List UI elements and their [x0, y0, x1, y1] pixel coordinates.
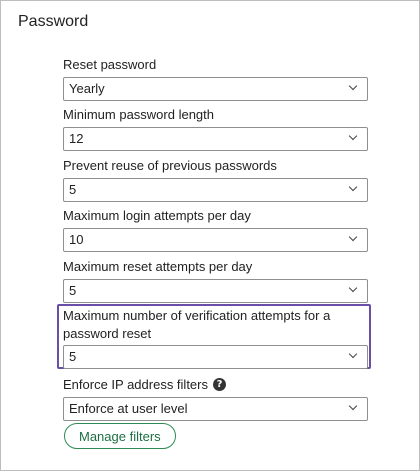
max-verification-attempts-select[interactable]: 5	[63, 345, 368, 369]
password-settings-panel: Password Reset password Yearly Minimum p…	[0, 0, 420, 471]
manage-filters-button[interactable]: Manage filters	[64, 423, 176, 449]
field-prevent-reuse: Prevent reuse of previous passwords 5	[63, 157, 368, 202]
chevron-down-icon	[348, 131, 358, 141]
select-value: 5	[69, 283, 77, 298]
field-max-reset-attempts: Maximum reset attempts per day 5	[63, 258, 368, 303]
field-min-password-length: Minimum password length 12	[63, 106, 368, 151]
field-label: Enforce IP address filters	[63, 377, 208, 392]
select-value: Enforce at user level	[69, 401, 188, 416]
field-label-row: Enforce IP address filters ?	[63, 376, 368, 393]
field-label: Prevent reuse of previous passwords	[63, 158, 277, 173]
max-login-attempts-select[interactable]: 10	[63, 228, 368, 252]
select-value: 12	[69, 131, 84, 146]
field-label: Maximum reset attempts per day	[63, 259, 253, 274]
select-value: 5	[69, 182, 77, 197]
field-label: Maximum number of verification attempts …	[63, 308, 331, 341]
field-label: Maximum login attempts per day	[63, 208, 251, 223]
max-reset-attempts-select[interactable]: 5	[63, 279, 368, 303]
field-max-login-attempts: Maximum login attempts per day 10	[63, 207, 368, 252]
field-reset-password: Reset password Yearly	[63, 56, 368, 101]
chevron-down-icon	[348, 401, 358, 411]
field-label: Reset password	[63, 57, 157, 72]
help-icon[interactable]: ?	[213, 378, 226, 391]
select-value: 10	[69, 232, 84, 247]
chevron-down-icon	[348, 349, 358, 359]
field-max-verification-attempts: Maximum number of verification attempts …	[63, 307, 368, 369]
enforce-ip-filters-select[interactable]: Enforce at user level	[63, 397, 368, 421]
prevent-reuse-select[interactable]: 5	[63, 178, 368, 202]
chevron-down-icon	[348, 81, 358, 91]
chevron-down-icon	[348, 283, 358, 293]
chevron-down-icon	[348, 182, 358, 192]
chevron-down-icon	[348, 232, 358, 242]
reset-password-select[interactable]: Yearly	[63, 77, 368, 101]
field-enforce-ip-filters: Enforce IP address filters ? Enforce at …	[63, 376, 368, 421]
select-value: 5	[69, 349, 77, 364]
select-value: Yearly	[69, 81, 105, 96]
field-label: Minimum password length	[63, 107, 215, 122]
section-title: Password	[18, 13, 89, 30]
min-password-length-select[interactable]: 12	[63, 127, 368, 151]
